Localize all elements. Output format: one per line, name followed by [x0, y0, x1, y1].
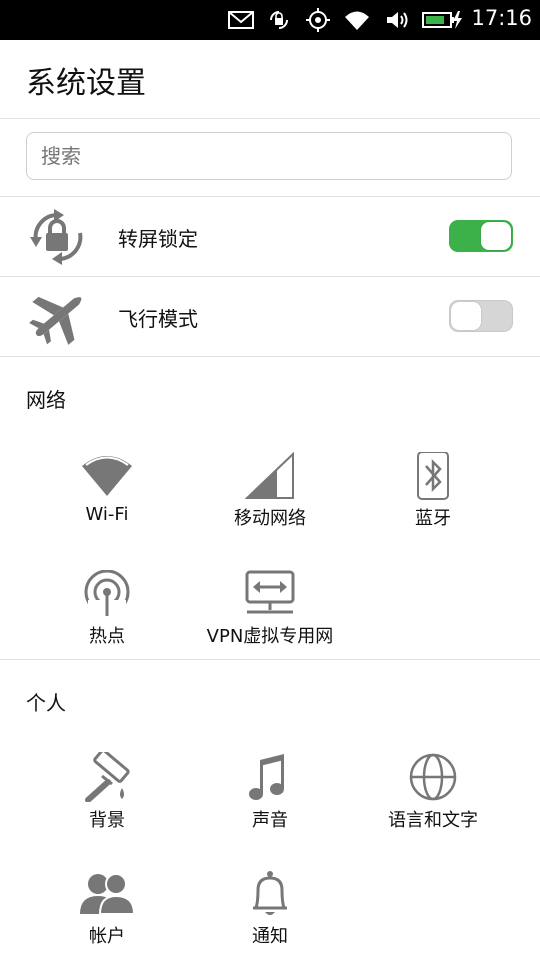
- search-input[interactable]: [26, 132, 512, 180]
- cellular-signal-icon: [244, 452, 294, 499]
- accounts-icon: [80, 873, 134, 915]
- location-icon: [306, 8, 330, 32]
- tile-label: 蓝牙: [415, 508, 451, 529]
- rotation-lock-icon: [270, 11, 288, 29]
- music-note-icon: [249, 754, 284, 800]
- tile-background[interactable]: 背景: [26, 752, 188, 862]
- paint-roller-icon: [85, 752, 130, 802]
- hotspot-icon: [84, 570, 130, 618]
- battery-charging-icon: [422, 11, 462, 29]
- tile-accounts[interactable]: 帐户: [26, 870, 188, 980]
- header: 系统设置: [0, 40, 540, 119]
- tile-language[interactable]: 语言和文字: [352, 752, 514, 862]
- search-bar: [0, 119, 540, 197]
- wifi-icon: [345, 11, 369, 30]
- toggle-knob: [451, 302, 481, 330]
- tile-label: Wi-Fi: [85, 504, 129, 525]
- mail-icon: [228, 11, 254, 29]
- row-airplane-mode[interactable]: 飞行模式: [0, 277, 540, 357]
- tile-label: 移动网络: [234, 508, 306, 529]
- tile-label: 帐户: [89, 926, 125, 947]
- tile-wifi[interactable]: Wi-Fi: [26, 452, 188, 562]
- globe-icon: [409, 753, 457, 801]
- tile-label: 声音: [252, 810, 288, 831]
- tile-label: VPN虚拟专用网: [206, 626, 334, 647]
- toggle-knob: [481, 222, 511, 250]
- page-title: 系统设置: [26, 66, 146, 101]
- wifi-icon: [82, 456, 132, 496]
- bell-icon: [253, 871, 287, 915]
- tile-vpn[interactable]: VPN虚拟专用网: [189, 570, 351, 680]
- tile-sound[interactable]: 声音: [189, 752, 351, 862]
- tile-label: 通知: [252, 926, 288, 947]
- status-time: 17:16: [471, 6, 532, 30]
- airplane-mode-toggle[interactable]: [449, 300, 513, 332]
- row-rotation-lock[interactable]: 转屏锁定: [0, 197, 540, 277]
- rotation-lock-label: 转屏锁定: [118, 227, 198, 251]
- rotation-lock-icon: [30, 209, 83, 265]
- bluetooth-icon: [417, 452, 449, 500]
- rotation-lock-toggle[interactable]: [449, 220, 513, 252]
- section-divider: [0, 659, 540, 660]
- airplane-mode-label: 飞行模式: [118, 307, 198, 331]
- tile-hotspot[interactable]: 热点: [26, 570, 188, 680]
- tile-bluetooth[interactable]: 蓝牙: [352, 452, 514, 562]
- section-title-personal: 个人: [26, 691, 66, 715]
- tile-mobile-network[interactable]: 移动网络: [189, 452, 351, 562]
- status-bar: 17:16: [0, 0, 540, 40]
- section-title-network: 网络: [26, 388, 66, 412]
- volume-icon: [387, 12, 408, 28]
- airplane-icon: [29, 296, 82, 345]
- tile-label: 热点: [89, 626, 125, 647]
- tile-label: 语言和文字: [388, 810, 478, 831]
- vpn-icon: [245, 570, 295, 614]
- tile-label: 背景: [89, 810, 125, 831]
- tile-notifications[interactable]: 通知: [189, 870, 351, 980]
